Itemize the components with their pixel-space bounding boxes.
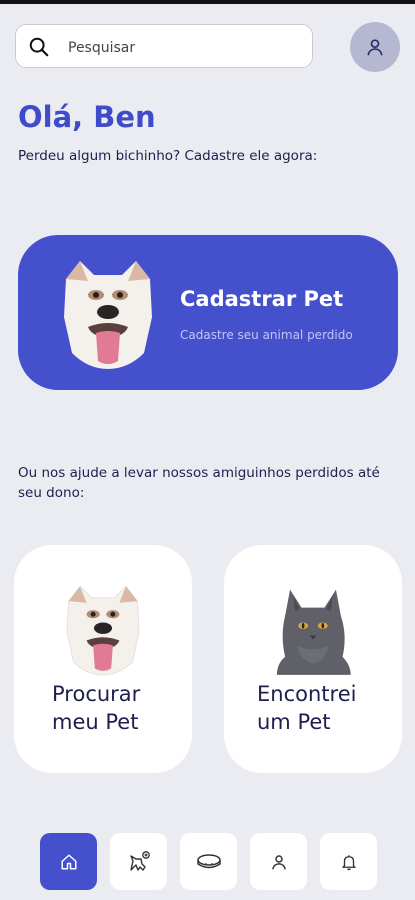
found-a-pet-label: Encontrei um Pet: [257, 682, 357, 734]
status-bar-edge: [0, 0, 415, 4]
register-pet-title: Cadastrar Pet: [180, 287, 344, 311]
search-my-pet-card[interactable]: Procurar meu Pet: [14, 545, 192, 773]
nav-lost-pet-button[interactable]: [110, 833, 167, 890]
search-icon: [29, 37, 49, 57]
bulldog-image: [64, 261, 152, 369]
bell-icon: [341, 854, 356, 870]
greeting-subtitle: Perdeu algum bichinho? Cadastre ele agor…: [18, 148, 318, 164]
nav-notifications-button[interactable]: [320, 833, 377, 890]
lost-pet-icon: [129, 850, 150, 871]
cat-image: [276, 589, 351, 675]
nav-collar-button[interactable]: [180, 833, 237, 890]
register-pet-card[interactable]: Cadastrar Pet Cadastre seu animal perdid…: [18, 235, 398, 390]
bottom-navigation: [40, 833, 380, 891]
help-text: Ou nos ajude a levar nossos amiguinhos p…: [18, 465, 380, 501]
profile-icon: [271, 854, 286, 869]
home-icon: [61, 854, 76, 869]
register-pet-subtitle: Cadastre seu animal perdido: [180, 328, 353, 342]
search-my-pet-label: Procurar meu Pet: [52, 682, 141, 734]
nav-profile-button[interactable]: [250, 833, 307, 890]
search-input[interactable]: [66, 35, 305, 61]
bulldog-image: [66, 585, 140, 676]
user-icon: [367, 39, 383, 56]
avatar-button[interactable]: [350, 22, 400, 72]
search-bar[interactable]: [15, 24, 313, 68]
found-a-pet-card[interactable]: Encontrei um Pet: [224, 545, 402, 773]
greeting-title: Olá, Ben: [18, 100, 156, 134]
nav-home-button[interactable]: [40, 833, 97, 890]
collar-icon: [196, 853, 221, 868]
